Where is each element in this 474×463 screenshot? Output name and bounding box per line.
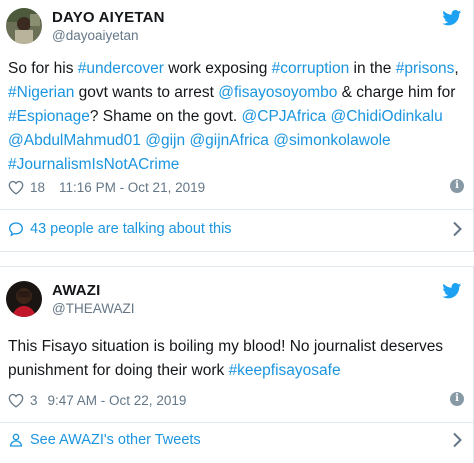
tweet-text-segment: work exposing <box>163 60 272 77</box>
tweet-card: AWAZI @THEAWAZI This Fisayo situation is… <box>0 266 474 463</box>
tweet-text-segment: in the <box>349 60 396 77</box>
timestamp[interactable]: 9:47 AM - Oct 22, 2019 <box>48 393 187 408</box>
tweet-text-segment: ? Shame on the govt. <box>89 108 242 125</box>
avatar[interactable] <box>6 8 42 44</box>
timestamp[interactable]: 11:16 PM - Oct 21, 2019 <box>59 180 205 195</box>
tweet-text-segment: & charge him for <box>337 84 456 101</box>
mention-link[interactable]: @simonkolawole <box>273 132 390 149</box>
hashtag-link[interactable]: #prisons <box>396 60 455 77</box>
tweet-card: DAYO AIYETAN @dayoaiyetan So for his #un… <box>0 0 474 252</box>
chevron-right-icon[interactable] <box>452 221 462 237</box>
like-count[interactable]: 18 <box>30 180 45 195</box>
mention-link[interactable]: @CPJAfrica <box>242 108 327 125</box>
info-icon[interactable]: i <box>450 392 464 406</box>
tweet-meta: 3 9:47 AM - Oct 22, 2019 i <box>8 390 466 410</box>
hashtag-link[interactable]: #Nigerian <box>8 84 74 101</box>
speech-bubble-icon <box>8 222 24 237</box>
conversation-label[interactable]: 43 people are talking about this <box>30 221 232 237</box>
user-handle[interactable]: @THEAWAZI <box>52 301 134 316</box>
tweet-text: So for his #undercover work exposing #co… <box>8 57 466 177</box>
profile-link-label[interactable]: See AWAZI's other Tweets <box>30 432 201 448</box>
tweet-text-segment: , <box>454 60 459 77</box>
tweet-header: AWAZI @THEAWAZI <box>6 281 468 317</box>
hashtag-link[interactable]: #undercover <box>78 60 164 77</box>
mention-link[interactable]: @gijn <box>145 132 185 149</box>
divider <box>0 422 474 423</box>
twitter-bird-icon[interactable] <box>442 10 462 26</box>
hashtag-link[interactable]: #corruption <box>272 60 350 77</box>
hashtag-link[interactable]: #keepfisayosafe <box>229 362 341 379</box>
tweet-separator <box>0 252 474 266</box>
tweet-text-segment: So for his <box>8 60 78 77</box>
info-icon[interactable]: i <box>450 179 464 193</box>
hashtag-link[interactable]: #JournalismIsNotACrime <box>8 156 179 173</box>
display-name[interactable]: DAYO AIYETAN <box>52 9 165 26</box>
mention-link[interactable]: @fisayosoyombo <box>218 84 337 101</box>
profile-link[interactable]: See AWAZI's other Tweets <box>8 429 466 451</box>
heart-icon[interactable] <box>8 393 24 408</box>
divider <box>0 209 474 210</box>
mention-link[interactable]: @ChidiOdinkalu <box>330 108 442 125</box>
tweet-text-segment: This Fisayo situation is boiling my bloo… <box>8 338 444 379</box>
mention-link[interactable]: @gijnAfrica <box>189 132 268 149</box>
like-count[interactable]: 3 <box>30 393 38 408</box>
person-icon <box>9 433 23 447</box>
twitter-bird-icon[interactable] <box>442 283 462 299</box>
tweet-text: This Fisayo situation is boiling my bloo… <box>8 335 466 383</box>
tweet-meta: 18 11:16 PM - Oct 21, 2019 i <box>8 177 466 197</box>
mention-link[interactable]: @AbdulMahmud01 <box>8 132 141 149</box>
tweet-text-segment: govt wants to arrest <box>74 84 219 101</box>
avatar[interactable] <box>6 281 42 317</box>
hashtag-link[interactable]: #Espionage <box>8 108 90 125</box>
conversation-link[interactable]: 43 people are talking about this <box>8 218 466 240</box>
chevron-right-icon[interactable] <box>452 432 462 448</box>
user-handle[interactable]: @dayoaiyetan <box>52 28 139 43</box>
tweet-header: DAYO AIYETAN @dayoaiyetan <box>6 8 468 44</box>
display-name[interactable]: AWAZI <box>52 282 101 299</box>
heart-icon[interactable] <box>8 180 24 195</box>
